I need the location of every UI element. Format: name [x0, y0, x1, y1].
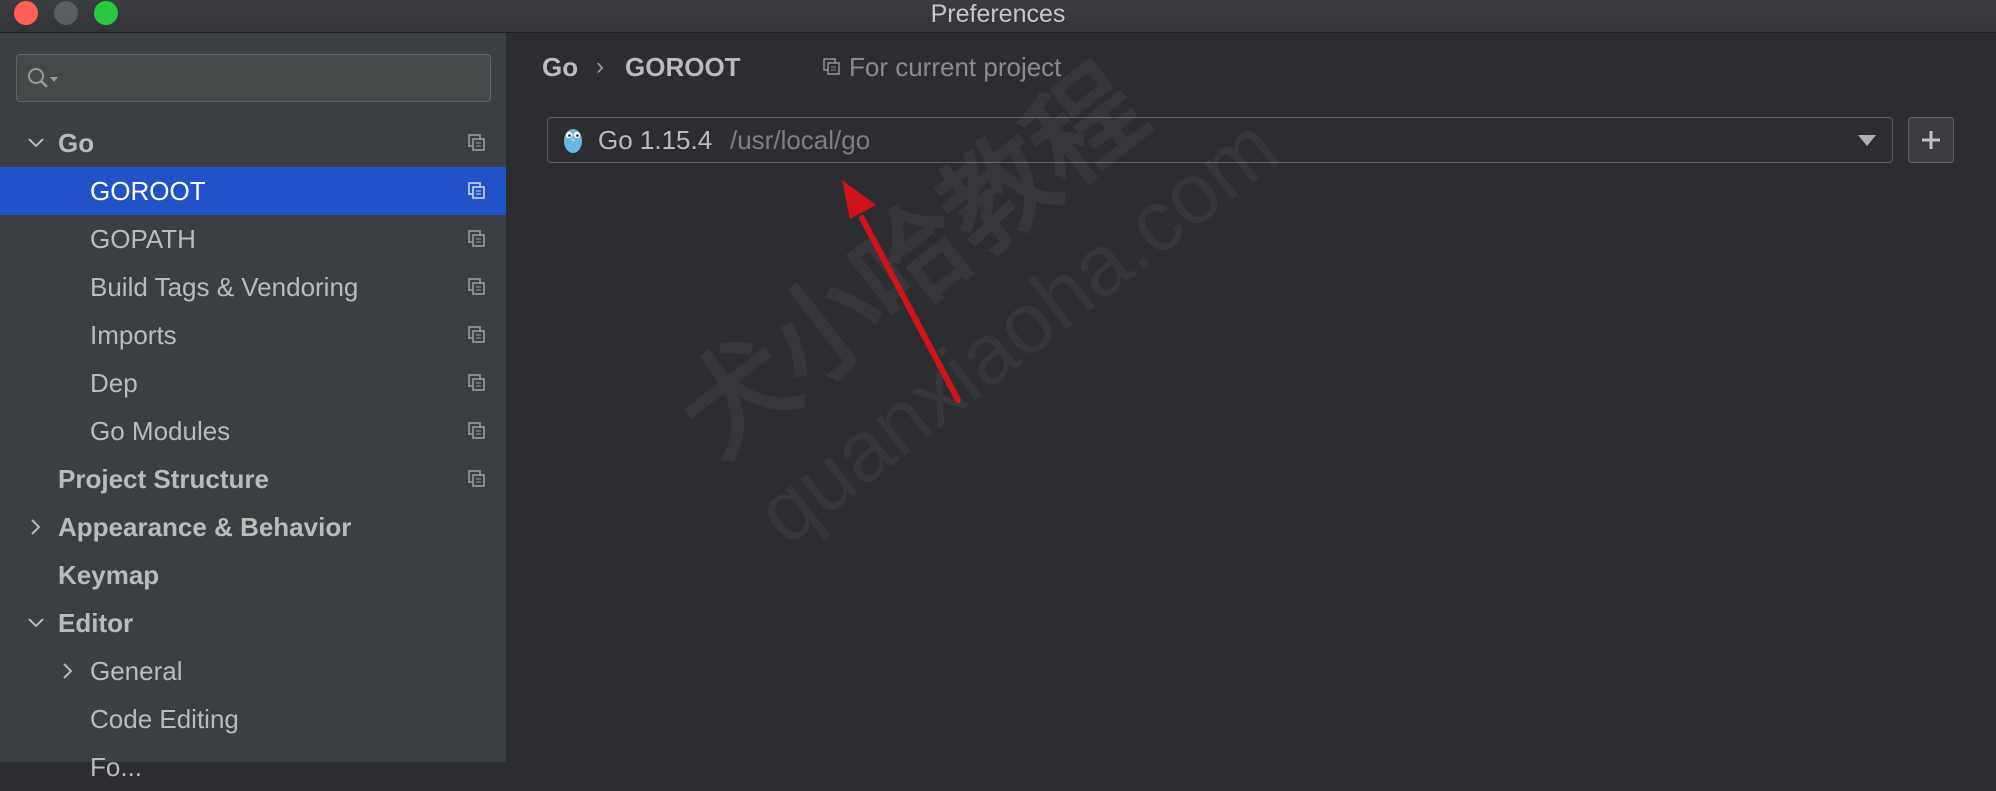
project-scope-icon [468, 134, 485, 151]
sdk-path: /usr/local/go [730, 125, 871, 155]
sidebar-item-label: Project Structure [58, 464, 269, 494]
project-scope-icon [823, 58, 840, 75]
sidebar-item-label: Go Modules [90, 416, 231, 446]
sidebar-item-go[interactable]: Go [0, 119, 506, 167]
chevron-down-icon[interactable] [1858, 135, 1876, 146]
breadcrumb-current: GOROOT [625, 52, 741, 82]
project-scope-icon [468, 470, 485, 487]
chevron-right-icon[interactable] [58, 661, 78, 681]
sidebar-item-editor[interactable]: Editor [0, 599, 506, 647]
add-sdk-button[interactable] [1908, 117, 1954, 163]
sidebar-item-go-modules[interactable]: Go Modules [0, 407, 506, 455]
sidebar-item-font[interactable]: Fo... [0, 743, 506, 791]
sidebar-item-label: GOROOT [90, 176, 206, 206]
sidebar-item-label: Dep [90, 368, 138, 398]
project-scope-icon [468, 374, 485, 391]
sidebar-item-label: Go [58, 128, 95, 158]
sidebar-item-gopath[interactable]: GOPATH [0, 215, 506, 263]
sidebar-item-label: Fo... [90, 752, 143, 782]
goroot-sdk-dropdown[interactable]: Go 1.15.4 /usr/local/go [547, 117, 1893, 163]
sidebar-item-appearance-behavior[interactable]: Appearance & Behavior [0, 503, 506, 551]
sidebar-item-label: GOPATH [90, 224, 196, 254]
chevron-down-icon[interactable] [26, 133, 46, 153]
sidebar-item-imports[interactable]: Imports [0, 311, 506, 359]
sidebar-item-label: Build Tags & Vendoring [90, 272, 359, 302]
sidebar-item-label: Keymap [58, 560, 160, 590]
sidebar-item-code-editing[interactable]: Code Editing [0, 695, 506, 743]
sidebar-item-keymap[interactable]: Keymap [0, 551, 506, 599]
search-input[interactable] [16, 54, 491, 102]
sdk-name: Go 1.15.4 [598, 125, 713, 155]
project-scope-icon [468, 326, 485, 343]
sidebar-item-project-structure[interactable]: Project Structure [0, 455, 506, 503]
project-scope-icon [468, 182, 485, 199]
chevron-right-icon[interactable] [26, 517, 46, 537]
plus-icon [1922, 131, 1940, 149]
sidebar-item-build-tags[interactable]: Build Tags & Vendoring [0, 263, 506, 311]
chevron-down-icon[interactable] [26, 613, 46, 633]
settings-sidebar: Go GOROOT GOPATH Build Tags & Vendoring … [0, 33, 508, 782]
title-bar: Preferences [0, 0, 1996, 33]
settings-content: Go › GOROOT For current project Go 1.15.… [508, 33, 1996, 762]
project-scope-icon [468, 422, 485, 439]
project-scope-icon [468, 278, 485, 295]
project-scope-icon [468, 230, 485, 247]
search-icon [28, 68, 58, 88]
sidebar-item-goroot[interactable]: GOROOT [0, 167, 506, 215]
gopher-icon [564, 129, 582, 153]
sidebar-item-general[interactable]: General [0, 647, 506, 695]
sidebar-item-label: General [90, 656, 183, 686]
sidebar-item-label: Imports [90, 320, 177, 350]
sidebar-item-dep[interactable]: Dep [0, 359, 506, 407]
breadcrumb-separator: › [596, 53, 604, 80]
window-title: Preferences [930, 0, 1066, 28]
breadcrumb-parent[interactable]: Go [542, 49, 578, 85]
sidebar-item-label: Appearance & Behavior [58, 512, 352, 542]
sidebar-item-label: Code Editing [90, 704, 239, 734]
sidebar-item-label: Editor [58, 608, 134, 638]
scope-label: For current project [849, 52, 1062, 82]
